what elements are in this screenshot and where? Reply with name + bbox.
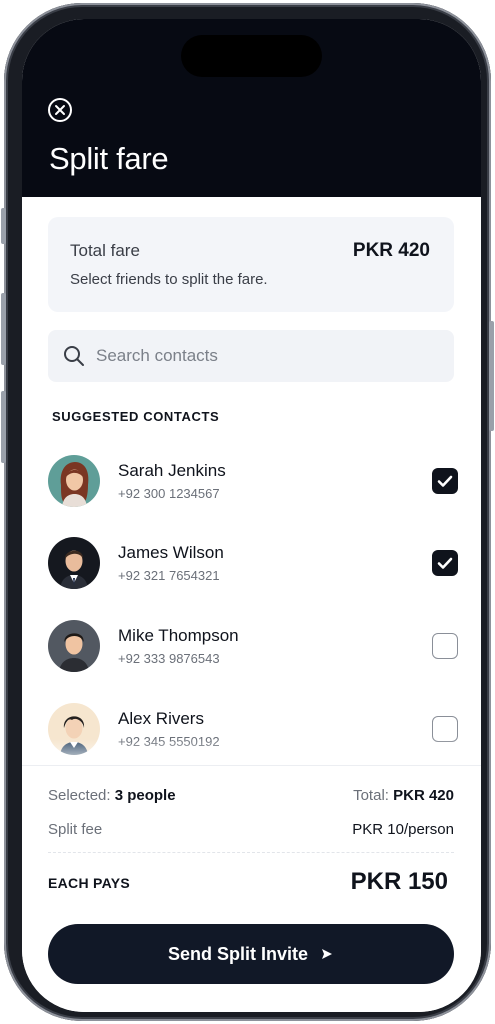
send-split-invite-button[interactable]: Send Split Invite (48, 924, 454, 984)
search-bar[interactable] (48, 330, 454, 382)
avatar (48, 620, 100, 672)
phone-frame: Split fare Total fare PKR 420 Select fri… (1, 3, 494, 1021)
contact-name: Mike Thompson (118, 626, 239, 645)
contact-row-james-wilson[interactable]: James Wilson +92 321 7654321 (48, 537, 458, 593)
section-title: SUGGESTED CONTACTS (52, 409, 220, 424)
selected-row: Selected: 3 people Total: PKR 420 (48, 787, 454, 804)
contact-phone: +92 321 7654321 (118, 568, 220, 583)
selected-count: 3 people (114, 787, 176, 804)
contact-checkbox[interactable] (432, 468, 458, 494)
each-pays-amount: PKR 150 (350, 868, 448, 895)
avatar (48, 537, 100, 589)
contact-checkbox[interactable] (432, 550, 458, 576)
contact-phone: +92 300 1234567 (118, 486, 220, 501)
contact-checkbox[interactable] (432, 633, 458, 659)
split-fee-value: PKR 10/person (352, 821, 454, 838)
contact-name: Alex Rivers (118, 709, 204, 728)
contact-row-sarah-jenkins[interactable]: Sarah Jenkins +92 300 1234567 (48, 455, 458, 511)
page-title: Split fare (49, 141, 169, 176)
fare-hint: Select friends to split the fare. (70, 271, 268, 288)
search-input[interactable] (96, 340, 436, 372)
total-label: Total: (353, 787, 389, 804)
total-fare-label: Total fare (70, 241, 140, 260)
total-value: PKR 420 (393, 787, 454, 804)
contact-phone: +92 333 9876543 (118, 651, 220, 666)
avatar (48, 455, 100, 507)
split-fee-row: Split fee PKR 10/person (48, 821, 454, 838)
dynamic-island (181, 35, 322, 77)
selected-label: Selected: (48, 787, 111, 804)
divider (48, 852, 454, 853)
header: Split fare (22, 19, 481, 197)
contact-name: Sarah Jenkins (118, 461, 226, 480)
checkmark-icon (437, 557, 453, 569)
close-icon[interactable] (48, 98, 72, 122)
action-button (1, 208, 6, 244)
volume-up-button (1, 293, 6, 365)
power-button (489, 321, 494, 431)
volume-down-button (1, 391, 6, 463)
search-icon (64, 346, 84, 366)
total-fare-amount: PKR 420 (352, 240, 430, 261)
send-split-invite-label: Send Split Invite (167, 943, 309, 964)
send-arrow-icon (322, 949, 333, 959)
app-screen: Split fare Total fare PKR 420 Select fri… (22, 19, 481, 1012)
contact-name: James Wilson (118, 543, 224, 562)
each-pays-label: EACH PAYS (48, 875, 131, 891)
contact-row-mike-thompson[interactable]: Mike Thompson +92 333 9876543 (48, 620, 458, 676)
total-group: Total: PKR 420 (353, 787, 454, 804)
split-fee-label: Split fee (48, 821, 103, 838)
checkmark-icon (437, 475, 453, 487)
total-fare-card: Total fare PKR 420 Select friends to spl… (48, 217, 454, 312)
